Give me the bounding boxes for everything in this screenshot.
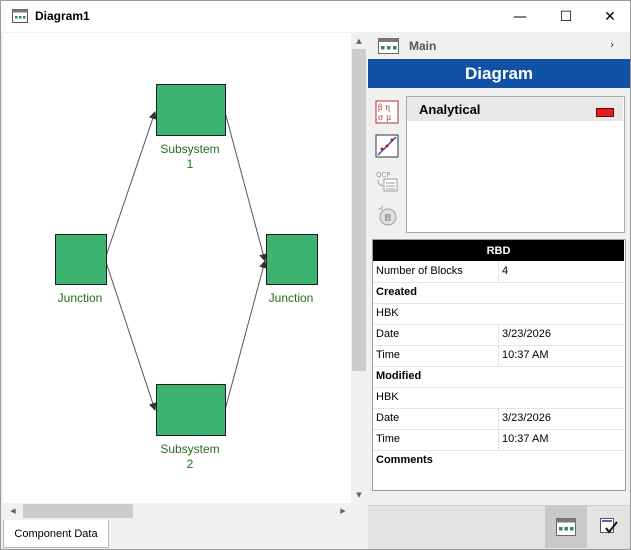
title-bar: Diagram1 — ☐ ✕ bbox=[1, 1, 630, 32]
row-key: Comments bbox=[376, 454, 433, 466]
row-value: 4 bbox=[502, 265, 509, 277]
row-key: Date bbox=[376, 328, 400, 340]
close-button[interactable]: ✕ bbox=[588, 1, 630, 32]
diagram-view-icon bbox=[556, 518, 576, 536]
bx-icon[interactable]: B bbox=[375, 204, 399, 228]
row-key: HBK bbox=[376, 307, 399, 319]
diagram-banner: Diagram bbox=[368, 59, 630, 88]
row-key: Time bbox=[376, 349, 401, 361]
chevron-right-icon[interactable]: › bbox=[610, 38, 614, 51]
table-row: Time 10:37 AM bbox=[373, 345, 624, 367]
analytics-label: Analytical bbox=[419, 102, 481, 117]
scroll-right-arrow-icon[interactable]: ▶ bbox=[335, 503, 351, 519]
svg-text:QCP: QCP bbox=[376, 171, 391, 179]
qcp-calculator-icon[interactable]: QCP bbox=[375, 169, 399, 193]
junction-left-block[interactable] bbox=[55, 234, 107, 285]
checklist-icon[interactable] bbox=[599, 517, 619, 535]
scroll-left-arrow-icon[interactable]: ◀ bbox=[5, 503, 21, 519]
scroll-down-arrow-icon[interactable]: ▼ bbox=[351, 487, 367, 503]
row-key: Modified bbox=[376, 370, 422, 382]
table-row: Number of Blocks 4 bbox=[373, 261, 624, 283]
subsystem-1-block[interactable] bbox=[156, 84, 226, 136]
svg-text:σ μ: σ μ bbox=[378, 113, 391, 122]
row-key: Created bbox=[376, 286, 417, 298]
table-row: HBK bbox=[373, 387, 624, 409]
table-row: Date 3/23/2026 bbox=[373, 408, 624, 430]
rbd-header: RBD bbox=[373, 240, 624, 261]
svg-text:β η: β η bbox=[378, 103, 390, 112]
main-diagram-icon bbox=[378, 38, 399, 54]
diagram-app-icon bbox=[12, 9, 28, 23]
plot-icon[interactable] bbox=[375, 134, 399, 158]
table-row: Created bbox=[373, 282, 624, 304]
window-title: Diagram1 bbox=[35, 9, 90, 23]
row-key: Number of Blocks bbox=[376, 265, 463, 277]
subsystem-2-block[interactable] bbox=[156, 384, 226, 436]
table-row: Comments bbox=[373, 450, 624, 471]
row-value: 3/23/2026 bbox=[502, 412, 551, 424]
connector-junction-to-sub2 bbox=[104, 258, 157, 411]
connector-junction-to-sub1 bbox=[104, 111, 157, 260]
status-indicator-icon bbox=[596, 108, 614, 117]
table-row: HBK bbox=[373, 303, 624, 325]
vertical-scroll-thumb[interactable] bbox=[352, 49, 366, 371]
panel-header[interactable] bbox=[368, 34, 630, 58]
junction-right-label: Junction bbox=[268, 291, 314, 305]
scroll-up-arrow-icon[interactable]: ▲ bbox=[351, 33, 367, 49]
row-value: 10:37 AM bbox=[502, 433, 549, 445]
row-key: Date bbox=[376, 412, 400, 424]
main-label: Main bbox=[409, 39, 437, 53]
subsystem-2-label: Subsystem 2 bbox=[160, 442, 220, 471]
tab-component-data[interactable]: Component Data bbox=[3, 520, 109, 548]
subsystem-1-label: Subsystem 1 bbox=[160, 142, 220, 171]
scroll-corner bbox=[351, 503, 367, 519]
junction-right-block[interactable] bbox=[266, 234, 318, 285]
connector-sub2-to-junction bbox=[224, 260, 268, 411]
maximize-button[interactable]: ☐ bbox=[544, 1, 588, 32]
table-row: Time 10:37 AM bbox=[373, 429, 624, 451]
row-value: 10:37 AM bbox=[502, 349, 549, 361]
table-row: Date 3/23/2026 bbox=[373, 324, 624, 346]
distribution-symbols-icon[interactable]: β η σ μ bbox=[375, 100, 399, 124]
row-key: Time bbox=[376, 433, 401, 445]
row-key: HBK bbox=[376, 391, 399, 403]
connector-sub1-to-junction bbox=[224, 111, 268, 262]
svg-text:B: B bbox=[384, 213, 392, 224]
diagram-window: Diagram1 — ☐ ✕ Junction Subsystem 1 Subs… bbox=[0, 0, 631, 550]
panel-footer bbox=[368, 505, 630, 549]
horizontal-scroll-thumb[interactable] bbox=[23, 504, 133, 518]
junction-left-label: Junction bbox=[57, 291, 103, 305]
table-row: Modified bbox=[373, 366, 624, 388]
row-value: 3/23/2026 bbox=[502, 328, 551, 340]
minimize-button[interactable]: — bbox=[498, 1, 542, 32]
